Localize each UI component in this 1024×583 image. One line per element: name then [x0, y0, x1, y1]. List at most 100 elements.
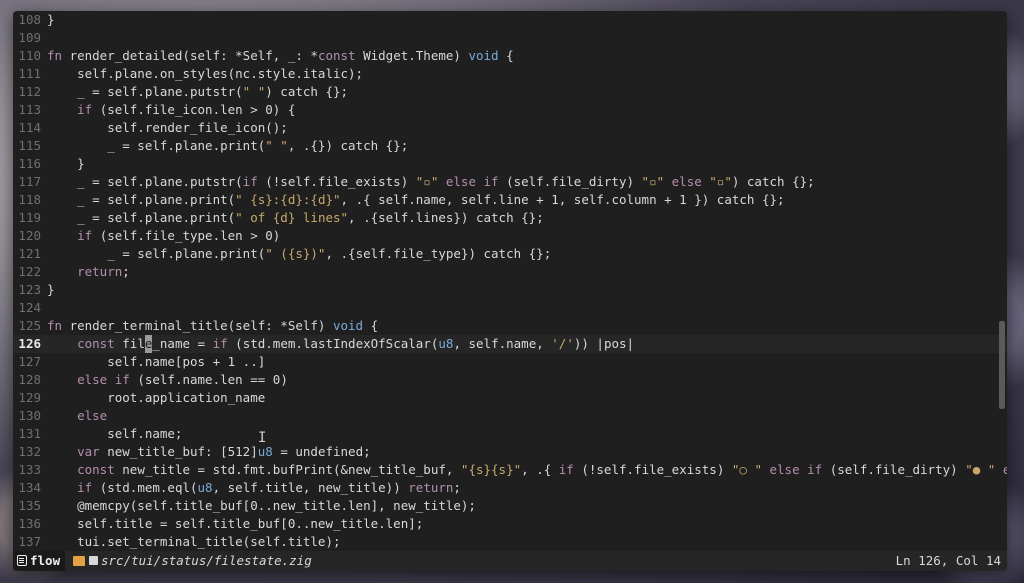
code-line[interactable]: 116 }: [13, 155, 1007, 173]
code-line[interactable]: 136 self.title = self.title_buf[0..new_t…: [13, 515, 1007, 533]
code-token: self.name;: [47, 426, 183, 441]
code-text: }: [47, 155, 85, 173]
code-token: _ = self.plane.print(: [47, 192, 236, 207]
code-line[interactable]: 126 const file_name = if (std.mem.lastIn…: [13, 335, 1007, 353]
code-line[interactable]: 125 fn render_terminal_title(self: *Self)…: [13, 317, 1007, 335]
code-token: tui.set_terminal_title(self.title);: [47, 534, 341, 549]
line-number: 129: [18, 390, 41, 405]
cursor-position[interactable]: Ln 126, Col 14: [896, 551, 1001, 571]
code-line[interactable]: 113 if (self.file_icon.len > 0) {: [13, 101, 1007, 119]
code-token: self.title = self.title_buf[0..new_title…: [47, 516, 424, 531]
code-line[interactable]: 121 _ = self.plane.print(" ({s})", .{sel…: [13, 245, 1007, 263]
line-number: 122: [18, 264, 41, 279]
code-line[interactable]: 135 @memcpy(self.title_buf[0..new_title.…: [13, 497, 1007, 515]
code-line[interactable]: 130 else: [13, 407, 1007, 425]
line-number: 113: [18, 102, 41, 117]
code-line[interactable]: 123}: [13, 281, 1007, 299]
status-bar: flow src/tui/status/filestate.zig Ln 126…: [13, 551, 1007, 571]
code-token: void: [332, 318, 364, 333]
line-number: 124: [18, 300, 41, 315]
code-token: , self.name,: [453, 336, 552, 351]
code-line[interactable]: 117 _ = self.plane.putstr(if (!self.file…: [13, 173, 1007, 191]
code-token: = undefined;: [272, 444, 371, 459]
code-token: var: [77, 444, 108, 459]
code-token: " ": [242, 84, 266, 99]
code-line[interactable]: 115 _ = self.plane.print(" ", .{}) catch…: [13, 137, 1007, 155]
code-text: fn render_detailed(self: *Self, _: *cons…: [47, 47, 514, 65]
code-text: else if (self.name.len == 0): [47, 371, 288, 389]
code-line[interactable]: 110 fn render_detailed(self: *Self, _: *c…: [13, 47, 1007, 65]
code-token: }: [47, 282, 55, 297]
line-number: 132: [18, 444, 41, 459]
code-text: fn render_terminal_title(self: *Self) vo…: [47, 317, 378, 335]
code-line[interactable]: 108}: [13, 11, 1007, 29]
code-token: if: [77, 228, 100, 243]
line-number: 117: [18, 174, 41, 189]
code-token: u8: [257, 444, 273, 459]
mode-indicator[interactable]: flow: [13, 551, 66, 571]
code-line[interactable]: 124: [13, 299, 1007, 317]
code-line[interactable]: 122 return;: [13, 263, 1007, 281]
code-token: if: [212, 336, 236, 351]
code-token: if: [242, 174, 266, 189]
code-token: new_title = std.fmt.bufPrint(&new_title_…: [122, 462, 461, 477]
editor-window[interactable]: 108} 109 110 fn render_detailed(self: *Self…: [13, 11, 1007, 571]
code-token: else: [664, 174, 710, 189]
code-line[interactable]: 120 if (self.file_type.len > 0): [13, 227, 1007, 245]
line-number: 130: [18, 408, 41, 423]
code-token: ) catch {};: [731, 174, 815, 189]
line-number: 116: [18, 156, 41, 171]
code-line[interactable]: 119 _ = self.plane.print(" of {d} lines"…: [13, 209, 1007, 227]
code-token: "{s}{s}": [460, 462, 522, 477]
code-line[interactable]: 118 _ = self.plane.print(" {s}:{d}:{d}",…: [13, 191, 1007, 209]
code-text: tui.set_terminal_title(self.title);: [47, 533, 341, 551]
code-text: if (self.file_type.len > 0): [47, 227, 280, 245]
line-number: 133: [18, 462, 41, 477]
code-token: Widget.Theme): [363, 48, 469, 63]
code-line[interactable]: 128 else if (self.name.len == 0): [13, 371, 1007, 389]
code-line[interactable]: 131 self.name;: [13, 425, 1007, 443]
line-number: 112: [18, 84, 41, 99]
code-line[interactable]: 114 self.render_file_icon();: [13, 119, 1007, 137]
code-token: , .{}) catch {};: [287, 138, 409, 153]
code-token: "○ ": [731, 462, 762, 477]
code-token: _ = self.plane.putstr(: [47, 84, 243, 99]
line-number: 125: [18, 318, 41, 333]
code-line[interactable]: 134 if (std.mem.eql(u8, self.title, new_…: [13, 479, 1007, 497]
code-editor[interactable]: 108} 109 110 fn render_detailed(self: *Self…: [13, 11, 1007, 551]
line-number: 131: [18, 426, 41, 441]
file-info[interactable]: src/tui/status/filestate.zig: [73, 551, 312, 571]
code-text: if (self.file_icon.len > 0) {: [47, 101, 295, 119]
code-text: const file_name = if (std.mem.lastIndexO…: [47, 335, 634, 353]
code-token: return: [77, 264, 123, 279]
code-line[interactable]: 132 var new_title_buf: [512]u8 = undefin…: [13, 443, 1007, 461]
code-line[interactable]: 137 tui.set_terminal_title(self.title);: [13, 533, 1007, 551]
code-token: else: [1002, 462, 1007, 477]
code-line[interactable]: 129 root.application_name: [13, 389, 1007, 407]
file-path: src/tui/status/filestate.zig: [101, 553, 312, 568]
line-number: 123: [18, 282, 41, 297]
code-line[interactable]: 127 self.name[pos + 1 ..]: [13, 353, 1007, 371]
code-line[interactable]: 133 const new_title = std.fmt.bufPrint(&…: [13, 461, 1007, 479]
code-text: _ = self.plane.print(" of {d} lines", .{…: [47, 209, 544, 227]
code-token: _ = self.plane.print(: [47, 210, 236, 225]
code-token: new_title_buf: [512]: [107, 444, 258, 459]
code-token: self.name[pos + 1 ..]: [47, 354, 266, 369]
code-line[interactable]: 109: [13, 29, 1007, 47]
vertical-scrollbar[interactable]: [999, 321, 1005, 409]
code-token: fn: [47, 48, 70, 63]
code-line[interactable]: 112 _ = self.plane.putstr(" ") catch {};: [13, 83, 1007, 101]
code-token: " {s}:{d}:{d}": [235, 192, 341, 207]
line-number: 120: [18, 228, 41, 243]
code-token: }: [47, 156, 85, 171]
code-text: _ = self.plane.putstr(if (!self.file_exi…: [47, 173, 815, 191]
mode-label: flow: [30, 553, 61, 568]
code-token: "▫": [415, 174, 439, 189]
code-line[interactable]: 111 self.plane.on_styles(nc.style.italic…: [13, 65, 1007, 83]
code-token: (self.file_dirty): [506, 174, 642, 189]
